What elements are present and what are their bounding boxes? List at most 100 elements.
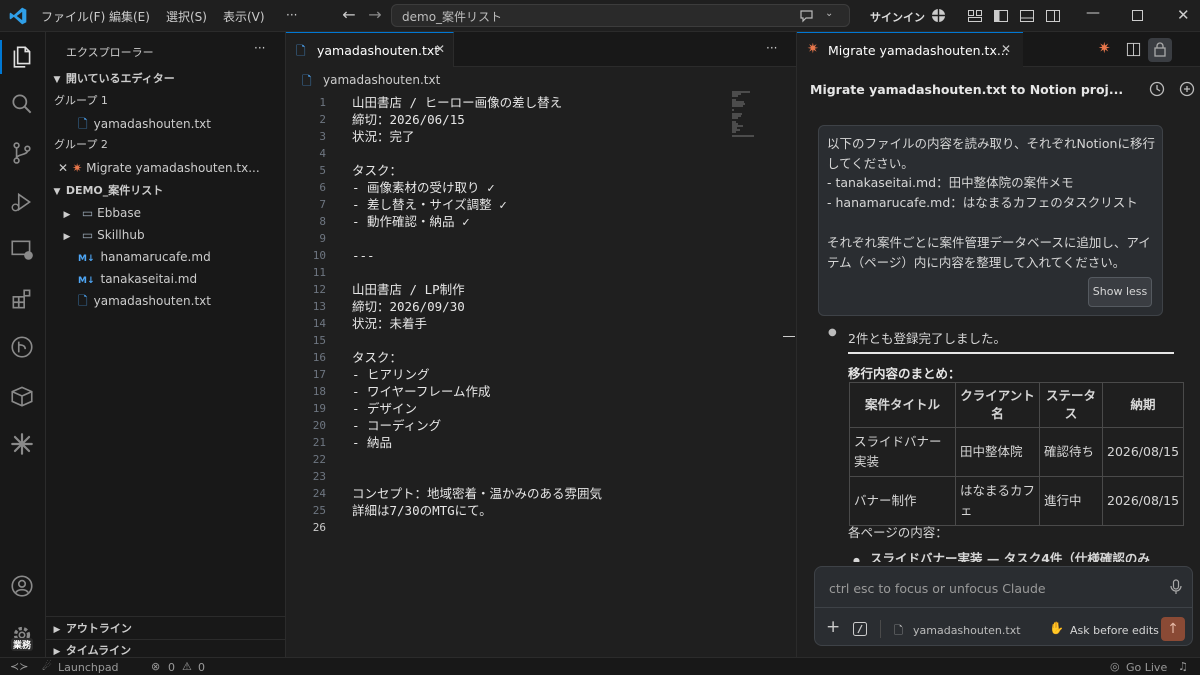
run-debug-icon[interactable] xyxy=(9,189,37,217)
code-line[interactable]: - 納品 xyxy=(352,434,392,451)
launchpad-item[interactable]: Launchpad xyxy=(58,661,119,674)
add-attachment-icon[interactable]: + xyxy=(826,617,840,637)
git-graph-icon[interactable] xyxy=(9,334,37,362)
message-line: 以下のファイルの内容を読み取り、それぞれNotionに移行 xyxy=(827,136,1155,151)
menu-edit[interactable]: 編集(E) xyxy=(109,8,150,25)
tree-item-hanamarucafe[interactable]: M↓ hanamarucafe.md xyxy=(46,246,285,268)
title-bar: ファイル(F) 編集(E) 選択(S) 表示(V) ··· ← → demo_案… xyxy=(0,0,1200,32)
bullet-dot-icon: ● xyxy=(853,556,860,562)
lock-button[interactable] xyxy=(1148,38,1172,62)
table-header: 案件タイトル xyxy=(849,382,956,428)
package-icon[interactable] xyxy=(9,383,37,411)
code-line[interactable]: タスク： xyxy=(352,162,402,179)
editor-more-icon[interactable]: ··· xyxy=(766,41,777,55)
go-live-button[interactable]: Go Live xyxy=(1126,661,1167,674)
split-editor-icon[interactable] xyxy=(1126,42,1141,57)
code-area[interactable]: 1 山田書店 / ヒーロー画像の差し替え 2 締切：2026/06/15 3 状況：完了 4… xyxy=(286,90,796,657)
customize-layout-icon[interactable] xyxy=(967,8,983,24)
line-number: 8 xyxy=(319,215,326,228)
user-message: 以下のファイルの内容を読み取り、それぞれNotionに移行 してください。 - … xyxy=(818,125,1163,316)
tab-migrate[interactable]: ✷ Migrate yamadashouten.tx... ✕ xyxy=(797,32,1023,67)
open-editor-migrate[interactable]: ✕ ✷ Migrate yamadashouten.tx... xyxy=(46,157,285,179)
code-line[interactable]: - 画像素材の受け取り ✓ xyxy=(352,179,495,196)
chevron-down-icon[interactable]: ⌄ xyxy=(825,8,833,19)
code-line[interactable]: タスク： xyxy=(352,349,402,366)
explorer-icon[interactable] xyxy=(9,44,37,72)
bullet-dot-icon: ● xyxy=(828,327,837,338)
tree-item-yamadashouten[interactable]: 🗋 yamadashouten.txt xyxy=(46,290,285,312)
code-line[interactable]: --- xyxy=(352,247,375,264)
warning-icon: ⚠ xyxy=(182,660,192,673)
minimap[interactable] xyxy=(730,90,780,140)
back-arrow-icon[interactable]: ← xyxy=(341,7,357,23)
warning-count[interactable]: 0 xyxy=(198,661,205,674)
close-editor-icon[interactable]: ✕ xyxy=(58,161,68,175)
signin-button[interactable]: サインイン xyxy=(870,9,925,25)
line-number: 12 xyxy=(312,283,326,296)
minimize-icon[interactable]: — xyxy=(1086,5,1100,21)
code-line[interactable]: コンセプト：地域密着・温かみのある雰囲気 xyxy=(352,485,602,502)
send-button[interactable]: ↑ xyxy=(1161,617,1185,641)
text-file-icon: 🗋 xyxy=(296,44,306,58)
forward-arrow-icon[interactable]: → xyxy=(367,7,383,23)
toggle-panel-icon[interactable] xyxy=(1019,8,1035,24)
menu-view[interactable]: 表示(V) xyxy=(223,8,265,25)
outline-header[interactable]: ▶ アウトライン xyxy=(46,618,285,640)
text-file-icon: 🗋 xyxy=(78,294,88,308)
chat-sparkle-icon[interactable] xyxy=(799,8,815,24)
open-editor-yamadashouten[interactable]: 🗋 yamadashouten.txt xyxy=(46,113,285,135)
close-tab-icon[interactable]: ✕ xyxy=(1001,42,1011,56)
mode-selector[interactable]: Ask before edits xyxy=(1070,624,1159,637)
search-icon[interactable] xyxy=(9,91,37,119)
menu-selection[interactable]: 選択(S) xyxy=(166,8,207,25)
microphone-icon[interactable] xyxy=(1169,579,1183,595)
code-line[interactable]: - ワイヤーフレーム作成 xyxy=(352,383,491,400)
code-line[interactable]: 山田書店 / ヒーロー画像の差し替え xyxy=(352,94,562,111)
code-line[interactable]: 締切：2026/06/15 xyxy=(352,111,465,128)
menu-file[interactable]: ファイル(F) xyxy=(41,8,105,25)
remote-icon[interactable]: ≺≻ xyxy=(10,660,28,673)
maximize-icon[interactable] xyxy=(1132,10,1143,21)
tree-item-ebbase[interactable]: ▶ ▭ Ebbase xyxy=(46,202,285,224)
code-line[interactable]: 山田書店 / LP制作 xyxy=(352,281,465,298)
bell-icon[interactable]: ♫ xyxy=(1178,660,1188,673)
new-chat-icon[interactable] xyxy=(1179,81,1195,97)
claude-icon[interactable] xyxy=(9,431,37,459)
error-count[interactable]: 0 xyxy=(168,661,175,674)
code-line[interactable]: 状況：未着手 xyxy=(352,315,427,332)
close-tab-icon[interactable]: ✕ xyxy=(435,42,445,56)
extensions-icon[interactable] xyxy=(9,286,37,314)
claude-sparkle-icon[interactable]: ✷ xyxy=(1098,39,1111,57)
open-editors-header[interactable]: ▼ 開いているエディター xyxy=(46,68,285,90)
code-line[interactable]: 状況：完了 xyxy=(352,128,415,145)
remote-explorer-icon[interactable] xyxy=(9,237,37,265)
code-line[interactable]: - コーディング xyxy=(352,417,441,434)
code-line[interactable]: 締切：2026/09/30 xyxy=(352,298,465,315)
tree-item-skillhub[interactable]: ▶ ▭ Skillhub xyxy=(46,224,285,246)
code-line[interactable]: - デザイン xyxy=(352,400,417,417)
breadcrumb-file[interactable]: yamadashouten.txt xyxy=(323,73,440,87)
copilot-icon[interactable] xyxy=(931,8,946,23)
summary-title: 移行内容のまとめ： xyxy=(848,366,961,381)
sidebar-more-icon[interactable]: ··· xyxy=(254,41,265,55)
code-line[interactable]: - 動作確認・納品 ✓ xyxy=(352,213,470,230)
source-control-icon[interactable] xyxy=(9,140,37,168)
menu-more[interactable]: ··· xyxy=(286,8,297,22)
account-icon[interactable] xyxy=(9,573,37,601)
toggle-primary-sidebar-icon[interactable] xyxy=(993,8,1009,24)
close-window-icon[interactable]: ✕ xyxy=(1177,6,1190,24)
folder-header[interactable]: ▼ DEMO_案件リスト xyxy=(46,180,285,202)
command-center-search[interactable]: demo_案件リスト ⌄ xyxy=(391,4,850,27)
toggle-secondary-sidebar-icon[interactable] xyxy=(1045,8,1061,24)
code-line[interactable]: 詳細は7/30のMTGにて。 xyxy=(352,502,492,519)
code-line[interactable]: - 差し替え・サイズ調整 ✓ xyxy=(352,196,507,213)
line-number: 3 xyxy=(319,130,326,143)
show-less-button[interactable]: Show less xyxy=(1088,277,1152,307)
tab-yamadashouten[interactable]: 🗋 yamadashouten.txt ✕ xyxy=(286,32,454,67)
tree-item-tanakaseitai[interactable]: M↓ tanakaseitai.md xyxy=(46,268,285,290)
slash-command-icon[interactable] xyxy=(853,622,867,636)
history-clock-icon[interactable] xyxy=(1149,81,1165,97)
code-line[interactable]: - ヒアリング xyxy=(352,366,430,383)
attached-file[interactable]: yamadashouten.txt xyxy=(913,624,1021,637)
chat-input-box[interactable]: ctrl esc to focus or unfocus Claude + 🗋 … xyxy=(814,566,1193,646)
